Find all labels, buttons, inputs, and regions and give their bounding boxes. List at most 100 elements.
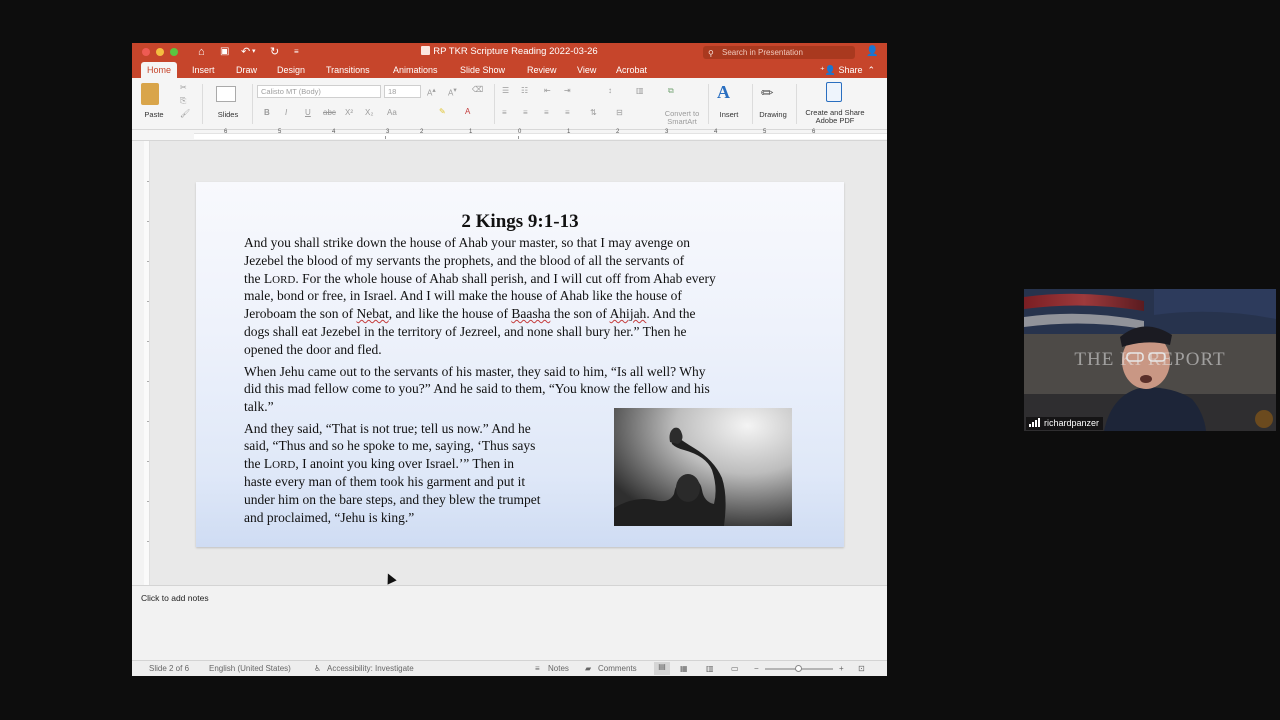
decrease-font-size-icon[interactable]: A▾: [448, 86, 457, 98]
italic-icon[interactable]: I: [285, 108, 287, 117]
tab-view[interactable]: View: [577, 62, 596, 78]
search-input[interactable]: ⚲ Search in Presentation: [703, 46, 855, 59]
create-share-pdf-label[interactable]: Create and Share Adobe PDF: [800, 109, 870, 125]
notes-pane[interactable]: Click to add notes: [132, 585, 887, 660]
ruler-number: 2: [420, 129, 424, 135]
paragraph-line[interactable]: opened the door and fled.: [244, 341, 382, 359]
tab-acrobat[interactable]: Acrobat: [616, 62, 647, 78]
share-label: Share: [838, 65, 863, 75]
convert-smartart-label[interactable]: Convert to SmartArt: [660, 110, 704, 126]
slideshow-icon[interactable]: ▭: [731, 664, 739, 673]
font-color-icon[interactable]: A: [465, 107, 470, 116]
text-direction-icon[interactable]: ⇅: [590, 108, 597, 117]
participant-name-tag: richardpanzer: [1026, 417, 1104, 430]
status-bar: Slide 2 of 6 English (United States) ♿ A…: [132, 660, 887, 676]
paragraph-line[interactable]: And you shall strike down the house of A…: [244, 234, 690, 252]
slide-title[interactable]: 2 Kings 9:1-13: [196, 211, 844, 233]
subscript-icon[interactable]: X₂: [365, 108, 373, 117]
zoom-out-icon[interactable]: −: [754, 664, 759, 673]
strikethrough-icon[interactable]: abc: [323, 108, 336, 117]
paragraph-line[interactable]: dogs shall eat Jezebel in the territory …: [244, 323, 686, 341]
increase-indent-icon[interactable]: ⇥: [564, 86, 571, 95]
paragraph-line[interactable]: talk.”: [244, 398, 274, 416]
font-name-select[interactable]: Calisto MT (Body): [257, 85, 381, 98]
align-center-icon[interactable]: ≡: [523, 108, 528, 117]
notes-toggle[interactable]: Notes: [548, 664, 569, 673]
paragraph-line[interactable]: male, bond or free, in Israel. And I wil…: [244, 287, 682, 305]
ruler-number: 4: [332, 129, 336, 135]
paragraph-line[interactable]: haste every man of them took his garment…: [244, 473, 525, 491]
zoom-in-icon[interactable]: +: [839, 664, 844, 673]
drawing-icon[interactable]: ✏: [761, 84, 783, 102]
columns-icon[interactable]: ▥: [636, 86, 644, 95]
copy-icon[interactable]: ⎘: [180, 96, 186, 106]
notes-placeholder[interactable]: Click to add notes: [141, 593, 209, 603]
highlight-icon[interactable]: ✎: [439, 107, 446, 116]
insert-textbox-icon[interactable]: A: [717, 82, 739, 102]
decrease-indent-icon[interactable]: ⇤: [544, 86, 551, 95]
change-case-icon[interactable]: Aa: [387, 108, 397, 117]
bold-icon[interactable]: B: [264, 108, 270, 117]
accessibility-status[interactable]: Accessibility: Investigate: [327, 664, 414, 673]
participant-video: THE KI REPORT richardpanzer: [1024, 289, 1276, 431]
language-indicator[interactable]: English (United States): [209, 664, 291, 673]
slide-sorter-icon[interactable]: ▦: [680, 664, 688, 673]
comments-toggle[interactable]: Comments: [598, 664, 637, 673]
account-icon[interactable]: 👤: [866, 46, 878, 58]
share-button[interactable]: ⁺👤 Share ⌃: [820, 62, 875, 78]
cut-icon[interactable]: ✂: [180, 83, 187, 92]
search-placeholder: Search in Presentation: [722, 48, 803, 57]
bullets-icon[interactable]: ☰: [502, 86, 509, 95]
ruler-number: 6: [812, 129, 816, 135]
tab-slide-show[interactable]: Slide Show: [460, 62, 505, 78]
tab-animations[interactable]: Animations: [393, 62, 438, 78]
align-left-icon[interactable]: ≡: [502, 108, 507, 117]
numbering-icon[interactable]: ☷: [521, 86, 528, 95]
format-painter-icon[interactable]: 🖌: [180, 109, 190, 118]
align-text-icon[interactable]: ⊟: [616, 108, 623, 117]
clear-formatting-icon[interactable]: ⌫: [472, 85, 483, 94]
line-spacing-icon[interactable]: ↕: [608, 86, 612, 95]
new-slide-icon[interactable]: [216, 86, 236, 102]
paste-label[interactable]: Paste: [136, 110, 172, 119]
font-size-select[interactable]: 18: [384, 85, 421, 98]
normal-view-icon[interactable]: ▤: [654, 662, 670, 675]
increase-font-size-icon[interactable]: A▴: [427, 86, 436, 98]
ribbon-tabs: Home Insert Draw Design Transitions Anim…: [132, 62, 887, 78]
horizontal-ruler: 6 5 4 3 2 1 0 1 2 3 4 5 6: [132, 129, 887, 141]
video-background-watermark: THE KI REPORT: [1074, 349, 1226, 370]
tab-design[interactable]: Design: [277, 62, 305, 78]
align-right-icon[interactable]: ≡: [544, 108, 549, 117]
paste-icon[interactable]: [141, 83, 159, 105]
paragraph-line[interactable]: under him on the bare steps, and they bl…: [244, 491, 541, 509]
superscript-icon[interactable]: X²: [345, 108, 353, 117]
adobe-pdf-icon[interactable]: [826, 82, 842, 102]
tab-transitions[interactable]: Transitions: [326, 62, 370, 78]
insert-label[interactable]: Insert: [712, 110, 746, 119]
fit-to-window-icon[interactable]: ⊡: [858, 664, 865, 673]
collapse-ribbon-icon[interactable]: ⌃: [868, 65, 876, 75]
tab-review[interactable]: Review: [527, 62, 557, 78]
smartart-icon[interactable]: ⧉: [668, 86, 674, 96]
zoom-slider-handle[interactable]: [795, 665, 802, 672]
slides-label[interactable]: Slides: [210, 110, 246, 119]
paragraph-line[interactable]: Jeroboam the son of Nebat, and like the …: [244, 305, 695, 323]
paragraph-line[interactable]: Jezebel the blood of my servants the pro…: [244, 252, 684, 270]
reading-view-icon[interactable]: ▥: [706, 664, 714, 673]
tab-draw[interactable]: Draw: [236, 62, 257, 78]
paragraph-line[interactable]: When Jehu came out to the servants of hi…: [244, 363, 705, 381]
tab-home[interactable]: Home: [141, 62, 178, 78]
tab-insert[interactable]: Insert: [192, 62, 215, 78]
slide-canvas[interactable]: 2 Kings 9:1-13 And you shall strike down…: [196, 182, 844, 547]
paragraph-line[interactable]: did this mad fellow come to you?” And he…: [244, 380, 710, 398]
powerpoint-window: ⌂ ▣ ↶ ▾ ↻ ≡ RP TKR Scripture Reading 202…: [132, 43, 887, 676]
slide-image-raised-hand[interactable]: [614, 408, 792, 526]
paragraph-line[interactable]: And they said, “That is not true; tell u…: [244, 420, 531, 438]
ribbon-home: Paste ✂ ⎘ 🖌 Slides Calisto MT (Body) 18 …: [132, 78, 887, 130]
ruler-number: 5: [763, 129, 767, 135]
underline-icon[interactable]: U: [305, 108, 311, 117]
paragraph-line[interactable]: and proclaimed, “Jehu is king.”: [244, 509, 414, 527]
paragraph-line[interactable]: said, “Thus and so he spoke to me, sayin…: [244, 437, 535, 455]
justify-icon[interactable]: ≡: [565, 108, 570, 117]
drawing-label[interactable]: Drawing: [755, 110, 791, 119]
